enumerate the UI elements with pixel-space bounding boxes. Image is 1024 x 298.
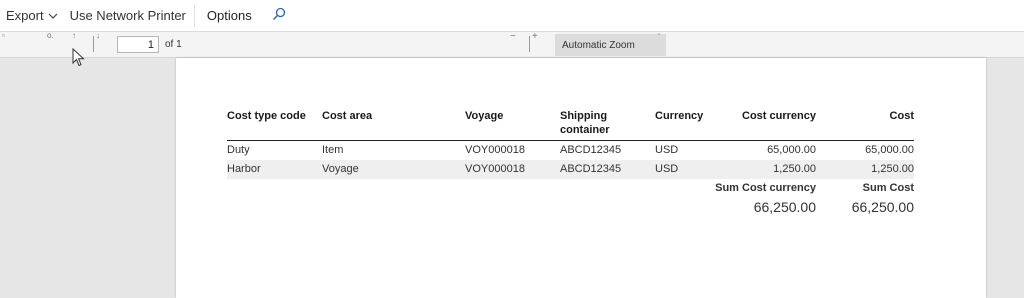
cell-cost-area: Item xyxy=(322,144,344,156)
sum-cost-label: Sum Cost xyxy=(862,182,914,194)
zoom-in-button[interactable]: + xyxy=(532,32,538,42)
mouse-cursor-icon xyxy=(72,48,85,67)
cell-voyage: VOY000018 xyxy=(465,144,525,156)
totals-label-row: Sum Cost currency Sum Cost xyxy=(227,179,914,198)
header-cost-area: Cost area xyxy=(322,110,373,122)
header-voyage: Voyage xyxy=(465,110,504,122)
cell-shipping-container: ABCD12345 xyxy=(560,160,655,179)
sidebar-toggle-icon[interactable]: ▫ xyxy=(2,32,5,40)
options-button[interactable]: Options xyxy=(197,0,262,31)
cell-cost-currency: 1,250.00 xyxy=(715,160,816,179)
zoom-out-button[interactable]: − xyxy=(510,32,516,42)
table-header-row: Cost type code Cost area Voyage Shipping… xyxy=(227,107,914,141)
cell-cost: 1,250.00 xyxy=(816,160,914,179)
header-shipping-container: Shipping container xyxy=(560,110,610,136)
cell-shipping-container: ABCD12345 xyxy=(560,144,622,156)
cost-table: Cost type code Cost area Voyage Shipping… xyxy=(227,107,914,217)
chevron-down-icon: ˇ xyxy=(657,34,660,41)
totals-value-row: 66,250.00 66,250.00 xyxy=(227,198,914,217)
cell-voyage: VOY000018 xyxy=(465,160,560,179)
cell-cost-type-code: Harbor xyxy=(227,160,322,179)
page-count-label: of 1 xyxy=(165,39,182,50)
zoom-value: Automatic Zoom xyxy=(562,40,635,51)
sum-cost-currency-label: Sum Cost currency xyxy=(715,182,816,194)
chevron-down-icon xyxy=(48,8,58,23)
cell-cost: 65,000.00 xyxy=(865,144,914,156)
export-menu-button[interactable]: Export xyxy=(0,0,64,31)
sum-cost-currency-value: 66,250.00 xyxy=(753,199,816,215)
toolbar-divider xyxy=(529,36,530,52)
search-icon xyxy=(272,7,286,24)
document-page: Cost type code Cost area Voyage Shipping… xyxy=(176,58,986,298)
network-printer-button[interactable]: Use Network Printer xyxy=(64,0,192,31)
header-currency: Currency xyxy=(655,110,704,122)
cell-cost-currency: 65,000.00 xyxy=(767,144,816,156)
next-page-icon[interactable]: ↓ xyxy=(96,32,100,40)
header-cost: Cost xyxy=(889,110,914,122)
cell-currency: USD xyxy=(655,144,679,156)
table-row: Duty Item VOY000018 ABCD12345 USD 65,000… xyxy=(227,141,914,161)
options-label: Options xyxy=(206,8,252,23)
pdf-toolbar: ▫ o. ↑ ↓ of 1 − + Automatic Zoom ˇ xyxy=(0,32,1024,58)
separator xyxy=(193,4,195,27)
sum-cost-value: 66,250.00 xyxy=(851,199,914,215)
cell-currency: USD xyxy=(655,160,715,179)
header-cost-type-code: Cost type code xyxy=(227,110,306,122)
cell-cost-area: Voyage xyxy=(322,160,465,179)
action-bar: Export Use Network Printer Options xyxy=(0,0,1024,32)
table-row: Harbor Voyage VOY000018 ABCD12345 USD 1,… xyxy=(227,160,914,179)
search-button[interactable] xyxy=(262,0,296,31)
export-label: Export xyxy=(6,8,44,23)
header-cost-currency: Cost currency xyxy=(742,110,816,122)
toolbar-divider xyxy=(93,36,94,52)
page-number-input[interactable] xyxy=(117,36,159,53)
previous-page-icon[interactable]: ↑ xyxy=(72,32,76,40)
find-icon[interactable]: o. xyxy=(47,32,54,40)
zoom-select[interactable]: Automatic Zoom ˇ xyxy=(555,34,666,56)
network-printer-label: Use Network Printer xyxy=(69,8,186,23)
cell-cost-type-code: Duty xyxy=(227,144,250,156)
